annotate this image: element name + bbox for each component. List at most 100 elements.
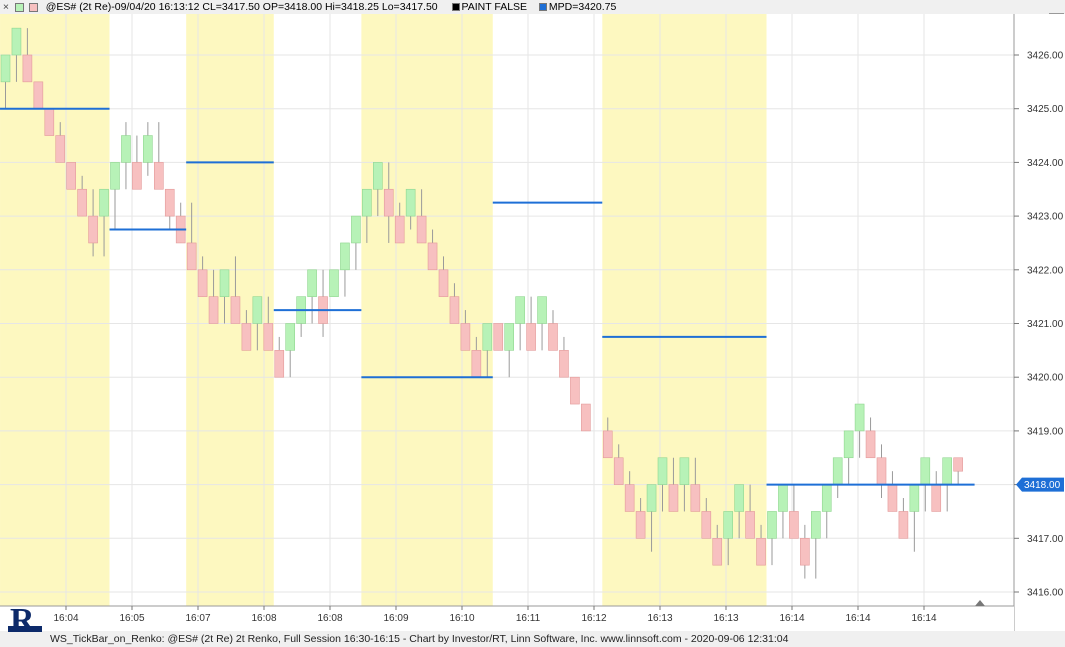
renko-chart[interactable]: 3416.00 3417.00 3418.00 3419.00 3420.00 3421.…: [0, 14, 1065, 631]
down-brick: [88, 215, 98, 244]
up-brick: [723, 511, 734, 539]
x-axis-tick-label: 16:14: [845, 613, 870, 624]
down-brick: [33, 81, 44, 109]
up-brick: [351, 215, 361, 244]
footer-caption: WS_TickBar_on_Renko: @ES# (2t Re) 2t Ren…: [50, 633, 789, 645]
down-brick: [800, 537, 810, 566]
y-axis-tick-label: 3420.00: [1027, 373, 1064, 384]
up-brick: [920, 457, 931, 485]
mpd-marker-icon: [538, 3, 547, 12]
up-brick: [362, 188, 372, 217]
down-brick: [77, 188, 87, 217]
up-brick: [778, 484, 788, 512]
y-axis-tick-label: 3423.00: [1027, 212, 1064, 223]
x-axis-tick-label: 16:12: [581, 613, 606, 624]
up-brick: [340, 242, 350, 271]
up-brick: [909, 484, 920, 512]
down-brick: [559, 350, 569, 378]
down-brick: [931, 484, 942, 512]
down-brick: [701, 511, 712, 539]
down-brick: [44, 108, 55, 136]
down-brick: [745, 511, 755, 539]
y-axis-tick-label: 3426.00: [1027, 51, 1064, 62]
down-brick: [690, 484, 701, 512]
up-brick: [843, 430, 854, 459]
down-brick: [427, 242, 438, 271]
up-brick: [11, 27, 22, 56]
session-shading: [602, 14, 767, 606]
x-axis-tick-label: 16:14: [779, 613, 804, 624]
x-axis-tick-label: 16:07: [185, 613, 210, 624]
down-brick: [471, 350, 482, 378]
y-axis-tick-label: 3417.00: [1027, 534, 1064, 545]
chart-footer: R WS_TickBar_on_Renko: @ES# (2t Re) 2t R…: [0, 602, 1065, 647]
x-axis-tick-label: 16:05: [119, 613, 144, 624]
up-brick: [307, 269, 317, 297]
down-brick: [953, 457, 963, 472]
down-brick: [22, 54, 33, 83]
down-brick: [186, 242, 197, 271]
down-brick: [66, 162, 76, 190]
y-axis-tick-label: 3419.00: [1027, 426, 1064, 437]
down-brick: [241, 323, 252, 351]
linn-logo-icon: R: [8, 602, 42, 639]
x-axis-tick-label: 16:04: [53, 613, 78, 624]
up-brick: [482, 323, 493, 351]
y-axis-tick-label: 3416.00: [1027, 588, 1064, 599]
y-axis-tick-label: 3422.00: [1027, 265, 1064, 276]
down-brick: [263, 323, 274, 351]
up-brick: [537, 296, 547, 324]
up-brick: [832, 457, 843, 485]
x-axis-tick-label: 16:13: [713, 613, 738, 624]
bar-stats: -09/04/20 16:13:12 CL=3417.50 OP=3418.00…: [111, 1, 438, 13]
down-brick: [416, 215, 427, 244]
down-brick: [712, 537, 723, 566]
down-brick: [526, 323, 536, 351]
x-axis-tick-label: 16:08: [317, 613, 342, 624]
down-brick: [581, 403, 591, 432]
x-axis-tick-label: 16:10: [449, 613, 474, 624]
up-brick: [657, 457, 668, 485]
up-brick: [0, 54, 11, 83]
down-brick: [274, 350, 285, 378]
chart-type-icon[interactable]: [14, 2, 24, 12]
down-brick: [898, 511, 909, 539]
down-brick: [548, 323, 558, 351]
x-axis-tick-label: 16:08: [251, 613, 276, 624]
up-brick: [99, 188, 109, 217]
down-brick: [154, 162, 164, 190]
symbol-label: @ES# (2t Re): [45, 1, 112, 13]
paint-indicator-label: PAINT FALSE: [461, 1, 528, 13]
plot-background: [0, 14, 1014, 606]
y-axis-tick-label: 3425.00: [1027, 104, 1064, 115]
down-brick: [449, 296, 460, 324]
up-brick: [121, 135, 131, 163]
up-brick: [252, 296, 263, 324]
session-shading: [0, 14, 110, 606]
down-brick: [460, 323, 471, 351]
up-brick: [372, 162, 383, 190]
x-axis-tick-label: 16:09: [383, 613, 408, 624]
up-brick: [110, 162, 120, 190]
up-brick: [734, 484, 744, 512]
down-brick: [493, 323, 504, 351]
down-brick: [613, 457, 624, 485]
last-price-label: 3418.00: [1024, 480, 1061, 491]
up-brick: [810, 511, 821, 539]
chart-header-bar: × @ES# (2t Re)-09/04/20 16:13:12 CL=3417…: [0, 0, 1065, 15]
up-brick: [405, 188, 416, 217]
down-brick: [132, 162, 142, 190]
up-brick: [515, 296, 525, 324]
up-brick: [143, 135, 153, 163]
up-brick: [767, 511, 777, 539]
down-brick: [570, 376, 580, 405]
down-brick: [887, 484, 898, 512]
down-brick: [865, 430, 876, 459]
chart-color-icon[interactable]: [28, 2, 38, 12]
close-icon[interactable]: ×: [0, 0, 12, 14]
down-brick: [668, 484, 679, 512]
down-brick: [624, 484, 635, 512]
up-brick: [679, 457, 690, 485]
down-brick: [230, 296, 241, 324]
up-brick: [285, 323, 296, 351]
